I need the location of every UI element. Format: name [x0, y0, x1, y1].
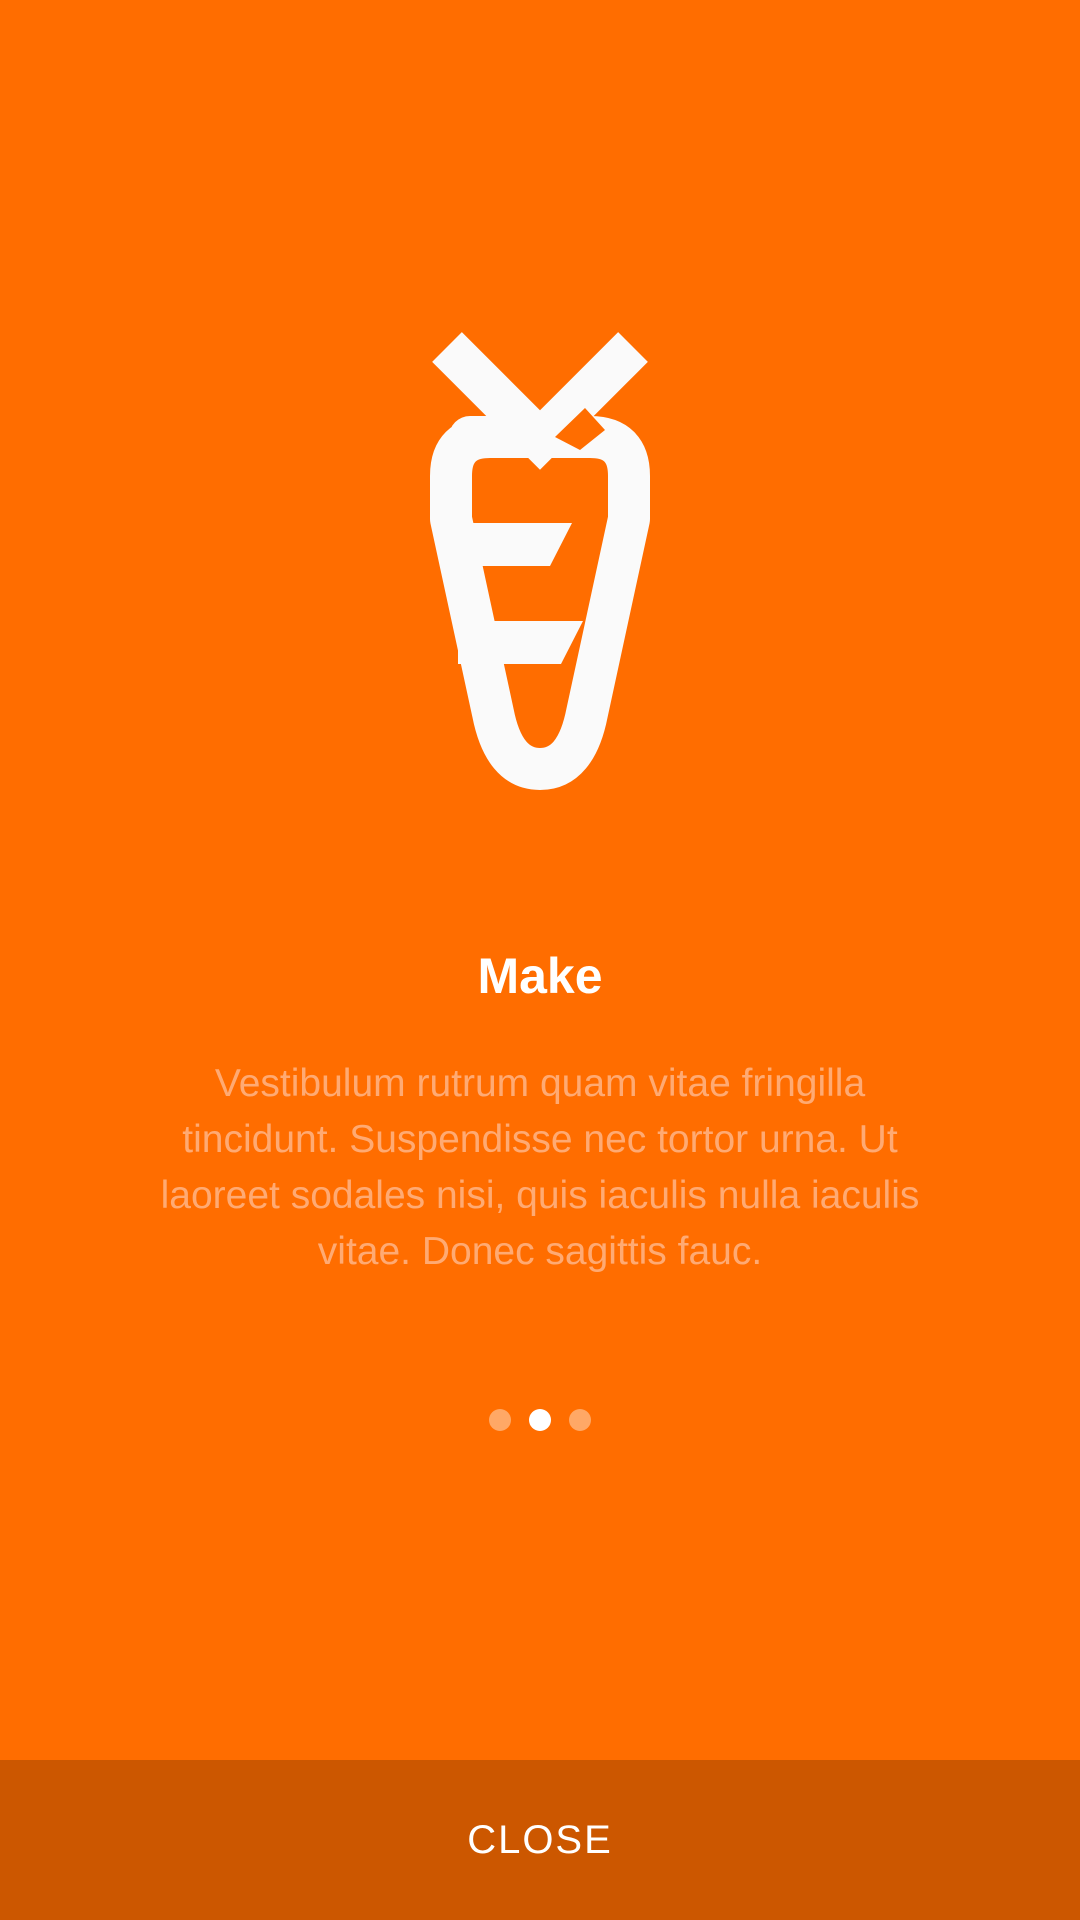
page-title: Make: [477, 948, 603, 1004]
onboarding-screen: Make Vestibulum rutrum quam vitae fringi…: [0, 0, 1080, 1760]
carrot-icon: [400, 320, 680, 790]
page-dot-1[interactable]: [489, 1409, 511, 1431]
page-indicator: [0, 1409, 1080, 1431]
page-description: Vestibulum rutrum quam vitae fringilla t…: [160, 1062, 920, 1273]
bottom-bar: CLOSE: [0, 1760, 1080, 1920]
page-dot-2-active[interactable]: [529, 1409, 551, 1431]
close-button[interactable]: CLOSE: [427, 1798, 653, 1883]
page-dot-3[interactable]: [569, 1409, 591, 1431]
